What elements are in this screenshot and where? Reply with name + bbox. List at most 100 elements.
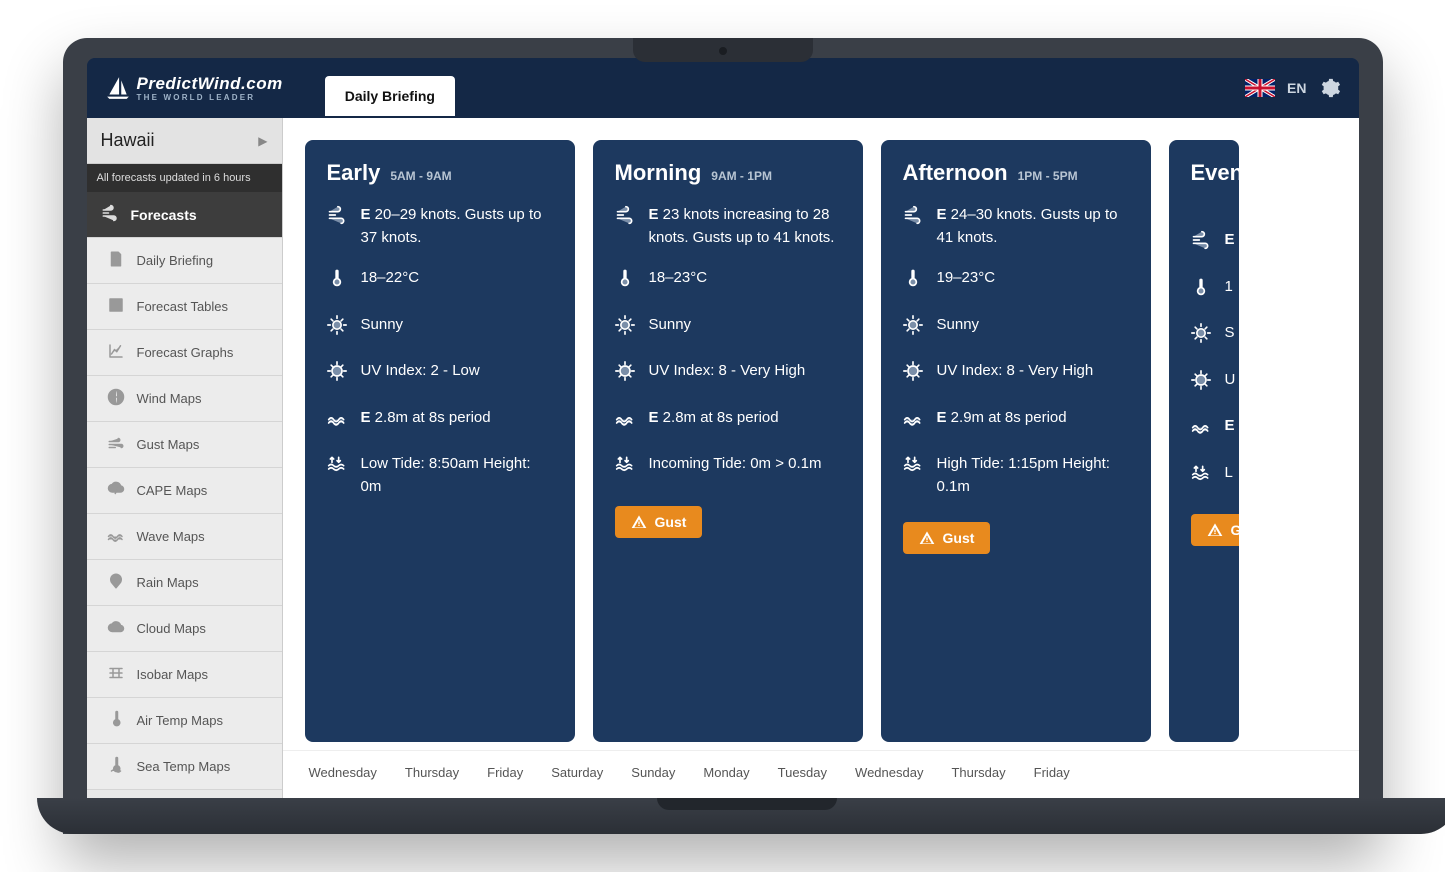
laptop-frame: PredictWind.com THE WORLD LEADER Daily B… — [63, 38, 1383, 834]
alert-label: Gust — [655, 514, 687, 530]
wave-metric: E 2.9m at 8s period — [903, 407, 1129, 436]
sidebar-item-label: Cloud Maps — [137, 621, 206, 636]
thermometer-icon — [615, 267, 635, 296]
brand-logo[interactable]: PredictWind.com THE WORLD LEADER — [105, 75, 283, 102]
laptop-base — [37, 798, 1445, 834]
day-saturday[interactable]: Saturday — [551, 765, 603, 780]
uv-metric: UV Index: 8 - Very High — [903, 360, 1129, 389]
location-name: Hawaii — [101, 130, 155, 151]
thermometer-icon — [327, 267, 347, 296]
sidebar-item-forecasts[interactable]: Forecasts — [87, 192, 282, 238]
sidebar-item-label: Forecast Graphs — [137, 345, 234, 360]
temp-icon — [107, 710, 125, 731]
sidebar-item-rain-maps[interactable]: Rain Maps — [87, 560, 282, 606]
day-wednesday[interactable]: Wednesday — [855, 765, 923, 780]
sidebar-item-cape-maps[interactable]: CAPE Maps — [87, 468, 282, 514]
forecast-card-evening: Evening 5PM - 9PM E 1 S U E L G — [1169, 140, 1239, 742]
sidebar-item-label: Forecast Tables — [137, 299, 229, 314]
alert-label: Gust — [943, 530, 975, 546]
temp-metric: 19–23°C — [903, 267, 1129, 296]
sidebar-item-label: Rain Maps — [137, 575, 199, 590]
sidebar-item-label: CAPE Maps — [137, 483, 208, 498]
chevron-right-icon: ▶ — [258, 134, 267, 148]
storm-icon — [107, 480, 125, 501]
thermometer-icon — [1191, 276, 1211, 305]
globe-icon — [107, 388, 125, 409]
sidebar-item-forecast-graphs[interactable]: Forecast Graphs — [87, 330, 282, 376]
alert-gust-button[interactable]: G — [1191, 514, 1239, 546]
day-friday[interactable]: Friday — [1034, 765, 1070, 780]
wind-metric: E 24–30 knots. Gusts up to 41 knots. — [903, 204, 1129, 249]
sidebar-item-cloud-maps[interactable]: Cloud Maps — [87, 606, 282, 652]
wind-icon — [327, 204, 347, 249]
screen: PredictWind.com THE WORLD LEADER Daily B… — [87, 58, 1359, 798]
location-selector[interactable]: Hawaii ▶ — [87, 118, 282, 164]
uv-icon — [1191, 369, 1211, 398]
day-tuesday[interactable]: Tuesday — [778, 765, 827, 780]
gear-icon[interactable] — [1319, 77, 1341, 99]
temp-metric: 1 — [1191, 276, 1217, 305]
rain-icon — [107, 572, 125, 593]
temp-metric: 18–22°C — [327, 267, 553, 296]
wind-icon — [615, 204, 635, 249]
uv-icon — [903, 360, 923, 389]
card-time: 9AM - 1PM — [711, 169, 772, 183]
day-sunday[interactable]: Sunday — [631, 765, 675, 780]
language-label[interactable]: EN — [1287, 80, 1306, 96]
wind-metric: E — [1191, 229, 1217, 258]
wind-metric: E 20–29 knots. Gusts up to 37 knots. — [327, 204, 553, 249]
sidebar-item-sea-temp-maps[interactable]: Sea Temp Maps — [87, 744, 282, 790]
forecast-card-early: Early 5AM - 9AM E 20–29 knots. Gusts up … — [305, 140, 575, 742]
day-thursday[interactable]: Thursday — [405, 765, 459, 780]
sidebar-item-isobar-maps[interactable]: Isobar Maps — [87, 652, 282, 698]
table-icon — [107, 296, 125, 317]
tide-metric: Incoming Tide: 0m > 0.1m — [615, 453, 841, 482]
wave-metric: E 2.8m at 8s period — [615, 407, 841, 436]
sidebar-item-gust-maps[interactable]: Gust Maps — [87, 422, 282, 468]
sidebar-item-label: Air Temp Maps — [137, 713, 223, 728]
tab-daily-briefing[interactable]: Daily Briefing — [325, 76, 455, 116]
sky-metric: Sunny — [615, 314, 841, 343]
warning-icon — [631, 514, 647, 530]
day-thursday[interactable]: Thursday — [951, 765, 1005, 780]
tide-icon — [1191, 462, 1211, 491]
wave-metric: E — [1191, 415, 1217, 444]
doc-icon — [107, 250, 125, 271]
card-title: Early — [327, 160, 381, 186]
sidebar-item-air-temp-maps[interactable]: Air Temp Maps — [87, 698, 282, 744]
alert-gust-button[interactable]: Gust — [903, 522, 991, 554]
card-time: 5AM - 9AM — [390, 169, 451, 183]
tide-metric: L — [1191, 462, 1217, 491]
day-wednesday[interactable]: Wednesday — [309, 765, 377, 780]
sun-icon — [1191, 322, 1211, 351]
forecast-card-afternoon: Afternoon 1PM - 5PM E 24–30 knots. Gusts… — [881, 140, 1151, 742]
uv-icon — [327, 360, 347, 389]
wave-icon — [615, 407, 635, 436]
sidebar-item-label: Wave Maps — [137, 529, 205, 544]
uk-flag-icon[interactable] — [1245, 79, 1275, 97]
topbar: PredictWind.com THE WORLD LEADER Daily B… — [87, 58, 1359, 118]
wave-icon — [107, 526, 125, 547]
day-friday[interactable]: Friday — [487, 765, 523, 780]
tide-icon — [327, 453, 347, 498]
sidebar-item-label: Daily Briefing — [137, 253, 214, 268]
wave-icon — [327, 407, 347, 436]
alert-gust-button[interactable]: Gust — [615, 506, 703, 538]
card-title: Afternoon — [903, 160, 1008, 186]
sidebar-item-wave-maps[interactable]: Wave Maps — [87, 514, 282, 560]
sidebar-item-daily-briefing[interactable]: Daily Briefing — [87, 238, 282, 284]
wind-metric: E 23 knots increasing to 28 knots. Gusts… — [615, 204, 841, 249]
uv-icon — [615, 360, 635, 389]
gust-icon — [107, 434, 125, 455]
alert-label: G — [1231, 522, 1239, 538]
update-note: All forecasts updated in 6 hours — [87, 164, 282, 192]
sidebar-item-wind-maps[interactable]: Wind Maps — [87, 376, 282, 422]
uv-metric: UV Index: 8 - Very High — [615, 360, 841, 389]
sidebar-item-forecast-tables[interactable]: Forecast Tables — [87, 284, 282, 330]
sun-icon — [903, 314, 923, 343]
cloud-icon — [107, 618, 125, 639]
uv-metric: UV Index: 2 - Low — [327, 360, 553, 389]
day-monday[interactable]: Monday — [703, 765, 749, 780]
brand-name: PredictWind.com — [137, 74, 283, 93]
tide-icon — [903, 453, 923, 498]
